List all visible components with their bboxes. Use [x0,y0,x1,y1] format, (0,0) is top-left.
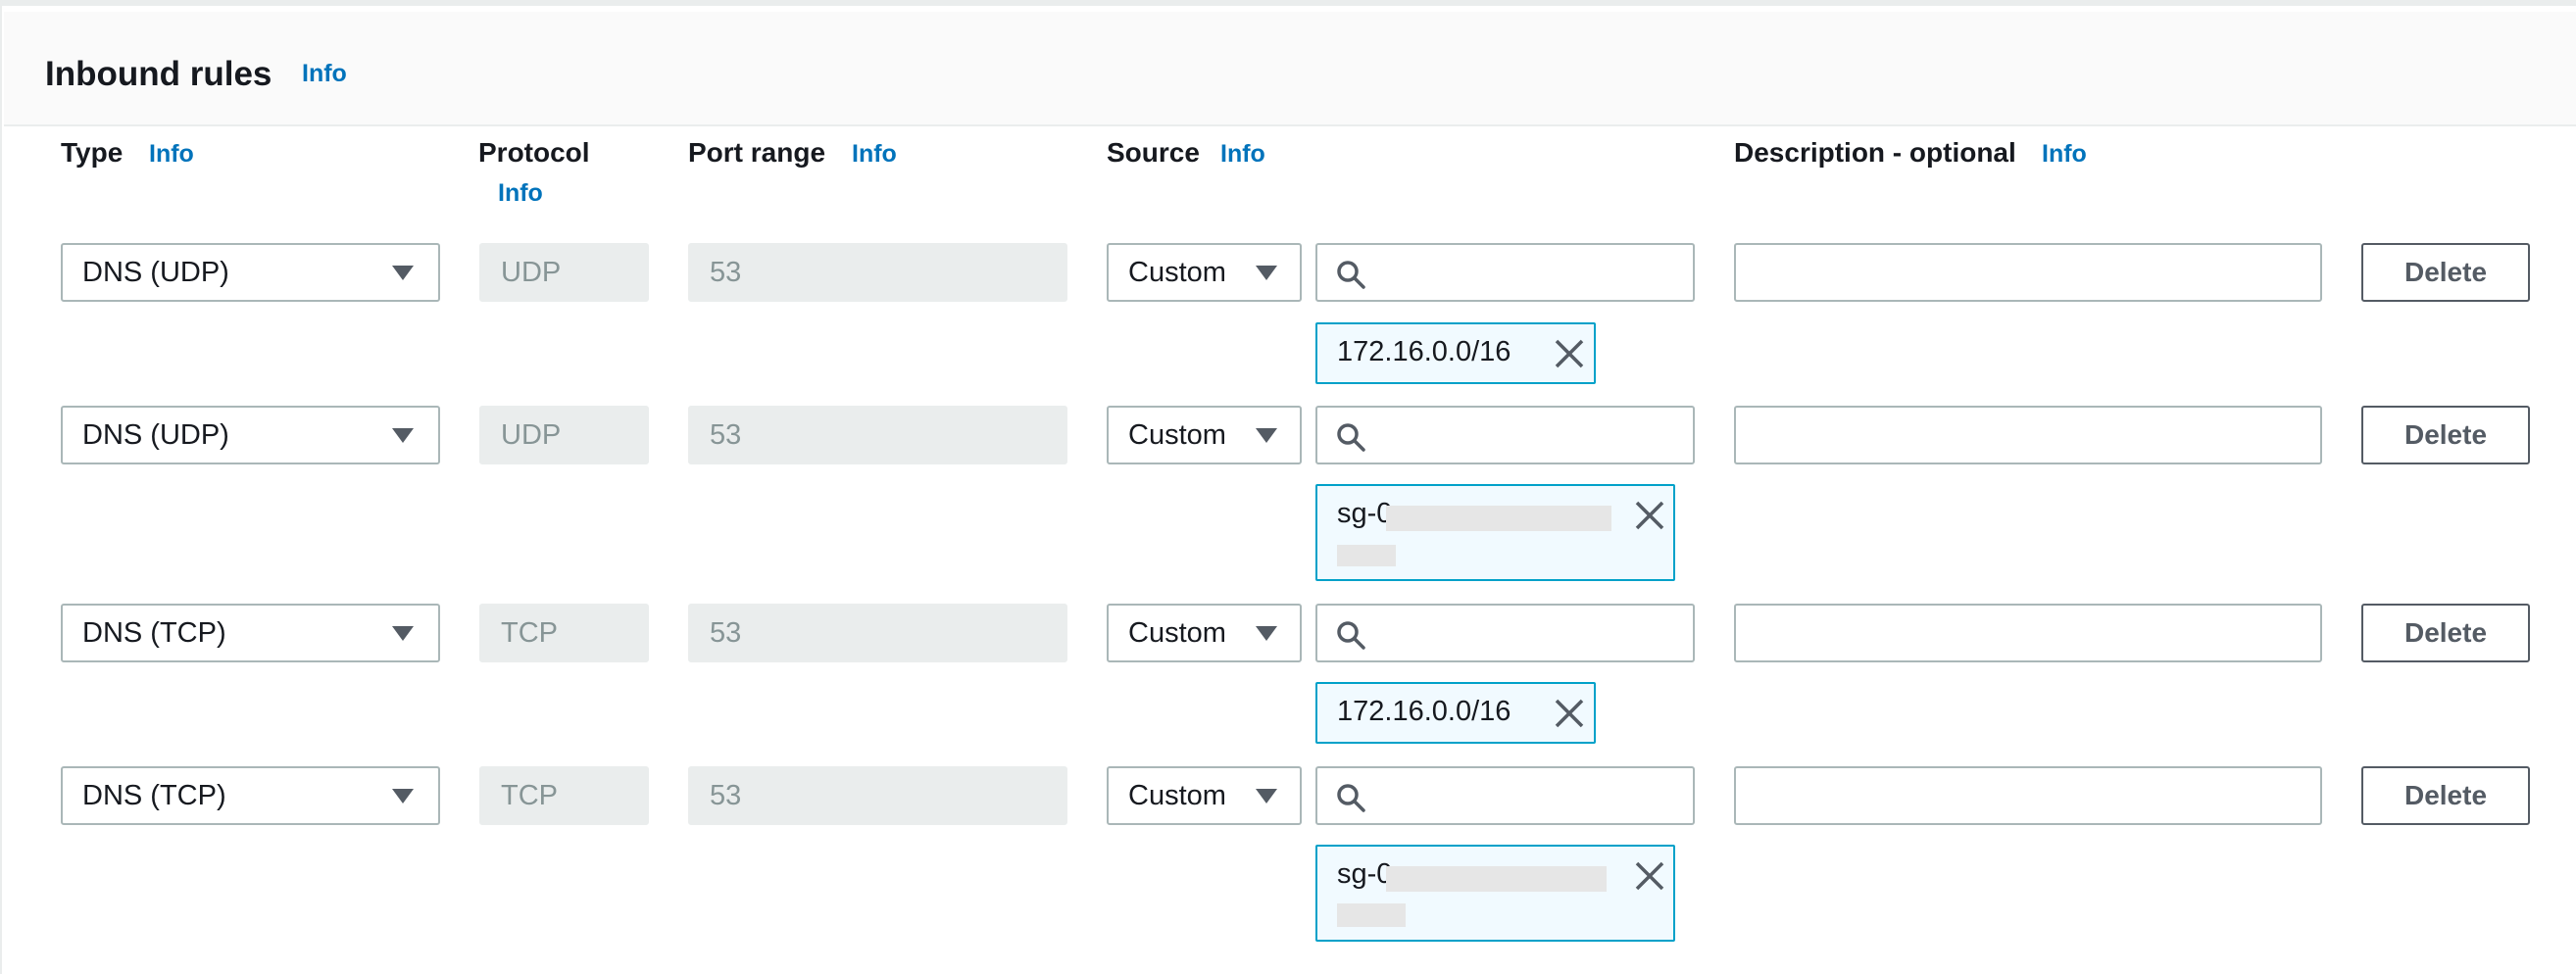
type-select[interactable]: DNS (UDP) [61,243,440,302]
type-select-value: DNS (TCP) [82,780,226,811]
caret-down-icon [1256,789,1277,804]
delete-rule-button[interactable]: Delete [2361,766,2530,825]
column-header-type: Type [61,137,124,168]
source-type-select[interactable]: Custom [1107,604,1302,662]
caret-down-icon [1256,266,1277,280]
source-type-value: Custom [1128,780,1226,811]
source-token-label: 172.16.0.0/16 [1337,696,1511,727]
source-token-label: sg-0 [1337,498,1393,529]
protocol-info-link[interactable]: Info [498,179,543,208]
source-token-label: 172.16.0.0/16 [1337,336,1511,367]
source-type-select[interactable]: Custom [1107,243,1302,302]
port-range-field: 53 [688,243,1067,302]
search-icon [1337,784,1365,812]
description-input[interactable] [1734,604,2322,662]
caret-down-icon [1256,428,1277,443]
redacted-text [1337,545,1396,566]
close-icon[interactable] [1633,499,1666,532]
port-range-field: 53 [688,766,1067,825]
protocol-field: UDP [479,406,649,464]
source-token: 172.16.0.0/16 [1315,682,1596,744]
delete-rule-button[interactable]: Delete [2361,406,2530,464]
description-input[interactable] [1734,766,2322,825]
column-header-port-range: Port range [688,137,826,168]
source-search-input[interactable] [1315,604,1695,662]
source-search-input[interactable] [1315,406,1695,464]
source-type-value: Custom [1128,617,1226,649]
type-select-value: DNS (UDP) [82,257,229,288]
type-info-link[interactable]: Info [149,140,194,169]
protocol-field: TCP [479,766,649,825]
port-range-info-link[interactable]: Info [852,140,897,169]
delete-rule-button[interactable]: Delete [2361,604,2530,662]
column-header-protocol: Protocol [478,137,590,168]
close-icon[interactable] [1553,337,1586,370]
caret-down-icon [392,266,414,280]
type-select[interactable]: DNS (UDP) [61,406,440,464]
redacted-text [1386,506,1611,531]
column-header-source: Source [1107,137,1200,168]
source-token: sg-0 [1315,484,1675,581]
type-select-value: DNS (TCP) [82,617,226,649]
source-type-value: Custom [1128,419,1226,451]
source-type-value: Custom [1128,257,1226,288]
panel-header: Inbound rules Info [4,12,2576,126]
delete-rule-button[interactable]: Delete [2361,243,2530,302]
redacted-text [1386,866,1607,892]
source-token-label: sg-0 [1337,858,1393,890]
description-info-link[interactable]: Info [2042,140,2087,169]
port-range-field: 53 [688,604,1067,662]
search-icon [1337,261,1365,289]
close-icon[interactable] [1633,859,1666,893]
search-icon [1337,423,1365,452]
caret-down-icon [392,789,414,804]
type-select-value: DNS (UDP) [82,419,229,451]
inbound-rules-panel: Inbound rules Info [0,0,2576,974]
column-header-description: Description - optional [1734,137,2016,168]
search-icon [1337,621,1365,650]
protocol-field: UDP [479,243,649,302]
type-select[interactable]: DNS (TCP) [61,766,440,825]
source-search-input[interactable] [1315,243,1695,302]
source-token: sg-0 [1315,845,1675,942]
source-info-link[interactable]: Info [1220,140,1265,169]
type-select[interactable]: DNS (TCP) [61,604,440,662]
source-search-input[interactable] [1315,766,1695,825]
title-info-link[interactable]: Info [302,60,347,88]
source-type-select[interactable]: Custom [1107,766,1302,825]
description-input[interactable] [1734,406,2322,464]
caret-down-icon [392,428,414,443]
protocol-field: TCP [479,604,649,662]
source-type-select[interactable]: Custom [1107,406,1302,464]
page-title: Inbound rules [45,55,272,93]
description-input[interactable] [1734,243,2322,302]
source-token: 172.16.0.0/16 [1315,322,1596,384]
redacted-text [1337,903,1406,927]
caret-down-icon [1256,626,1277,641]
close-icon[interactable] [1553,697,1586,730]
caret-down-icon [392,626,414,641]
port-range-field: 53 [688,406,1067,464]
